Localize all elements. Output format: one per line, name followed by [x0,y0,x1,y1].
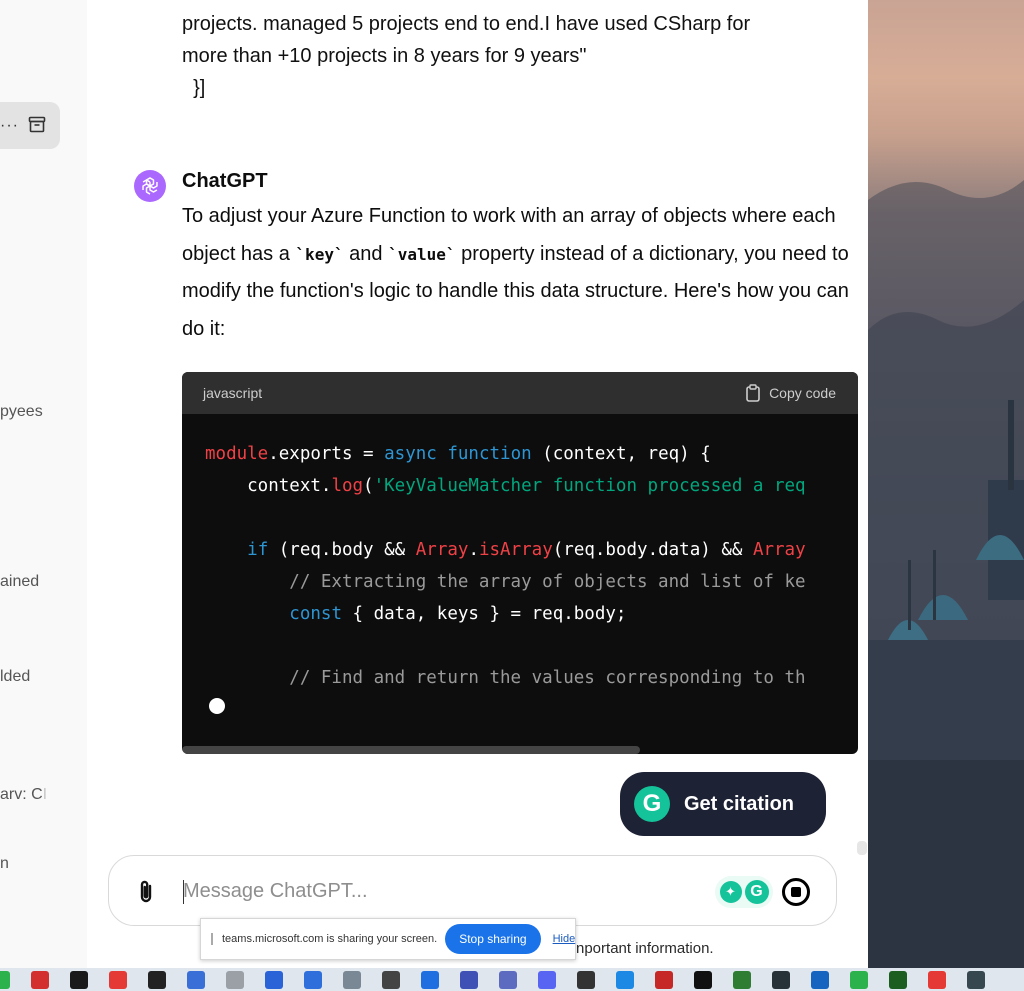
drag-handle-icon[interactable] [211,933,213,945]
lightbulb-icon[interactable]: ✦ [719,881,742,903]
clipboard-icon [746,384,760,402]
taskbar-app-icon[interactable] [655,970,673,989]
taskbar-app-icon[interactable] [967,970,985,989]
sidebar-item[interactable]: arv: CI [0,786,47,804]
code-line: // Extracting the array of objects and l… [205,572,806,592]
sidebar-item[interactable]: lded [0,668,30,686]
code-line: // Find and return the values correspond… [205,668,806,688]
sidebar-item[interactable]: n [0,855,9,873]
taskbar-app-icon[interactable] [343,970,361,989]
inline-code: `key` [295,244,344,264]
code-line: context.log('KeyValueMatcher function pr… [205,476,806,496]
horizontal-scrollbar[interactable] [182,746,640,754]
message-line: }] [182,77,206,99]
code-line: module.exports = async function (context… [205,444,711,464]
screen-sharing-bar: teams.microsoft.com is sharing your scre… [200,918,576,960]
code-line: if (req.body && Array.isArray(req.body.d… [247,540,806,560]
taskbar-app-icon[interactable] [811,970,829,989]
desktop-wallpaper [868,0,1024,968]
get-citation-label: Get citation [684,792,795,815]
text-caret [183,880,184,904]
stop-sharing-button[interactable]: Stop sharing [445,924,541,954]
hide-link[interactable]: Hide [553,933,576,945]
mouse-cursor [209,698,225,714]
taskbar-app-icon[interactable] [421,970,439,989]
taskbar-app-icon[interactable] [889,970,907,989]
taskbar-app-icon[interactable] [928,970,946,989]
sharing-message: teams.microsoft.com is sharing your scre… [222,933,438,945]
message-composer: ✦ G [108,855,837,926]
taskbar-app-icon[interactable] [694,970,712,989]
assistant-message-text: To adjust your Azure Function to work wi… [182,205,849,340]
scroll-indicator [857,841,867,855]
code-language-label: javascript [203,385,263,401]
taskbar-app-icon[interactable] [499,970,517,989]
taskbar-app-icon[interactable] [577,970,595,989]
taskbar-app-icon[interactable] [382,970,400,989]
disclaimer-text: nportant information. [576,940,714,957]
sidebar: ··· pyees ained lded arv: CI n [0,0,87,968]
taskbar-app-icon[interactable] [850,970,868,989]
taskbar-app-icon[interactable] [0,970,10,989]
taskbar-app-icon[interactable] [616,970,634,989]
message-line: projects. managed 5 projects end to end.… [182,13,751,35]
taskbar-app-icon[interactable] [187,970,205,989]
code-block: javascript Copy code module.exports = as… [182,372,858,754]
inline-code: `value` [388,244,456,264]
previous-user-message: projects. managed 5 projects end to end.… [182,8,822,104]
grammarly-logo-icon: G [634,786,670,822]
copy-code-button[interactable]: Copy code [745,384,836,402]
grammarly-widget[interactable]: ✦ G [715,876,773,908]
code-content: module.exports = async function (context… [182,414,858,694]
taskbar-app-icon[interactable] [109,970,127,989]
taskbar-app-icon[interactable] [538,970,556,989]
message-line: more than +10 projects in 8 years for 9 … [182,45,587,67]
message-author: ChatGPT [182,170,268,192]
taskbar-app-icon[interactable] [772,970,790,989]
taskbar-app-icon[interactable] [733,970,751,989]
archive-icon[interactable] [28,116,46,133]
get-citation-button[interactable]: G Get citation [620,772,826,836]
taskbar-app-icon[interactable] [31,970,49,989]
code-line: const { data, keys } = req.body; [289,604,627,624]
taskbar-app-icon[interactable] [265,970,283,989]
more-options-icon[interactable]: ··· [0,117,19,135]
taskbar-app-icon[interactable] [460,970,478,989]
taskbar-app-icon[interactable] [226,970,244,989]
city-skyline-image [868,180,1024,968]
taskbar-app-icon[interactable] [70,970,88,989]
grammarly-icon[interactable]: G [744,880,769,904]
paperclip-icon[interactable] [135,878,159,906]
sidebar-item[interactable]: pyees [0,403,43,421]
sidebar-item[interactable]: ained [0,573,39,591]
taskbar-app-icon[interactable] [148,970,166,989]
chat-main: projects. managed 5 projects end to end.… [87,0,868,968]
chatgpt-avatar-icon [134,170,166,202]
taskbar-app-icon[interactable] [304,970,322,989]
taskbar [0,968,1024,991]
stop-icon [791,887,801,897]
copy-code-label: Copy code [769,385,836,401]
code-block-header: javascript Copy code [182,372,858,414]
stop-generating-button[interactable] [782,878,810,906]
message-input[interactable] [183,874,683,908]
